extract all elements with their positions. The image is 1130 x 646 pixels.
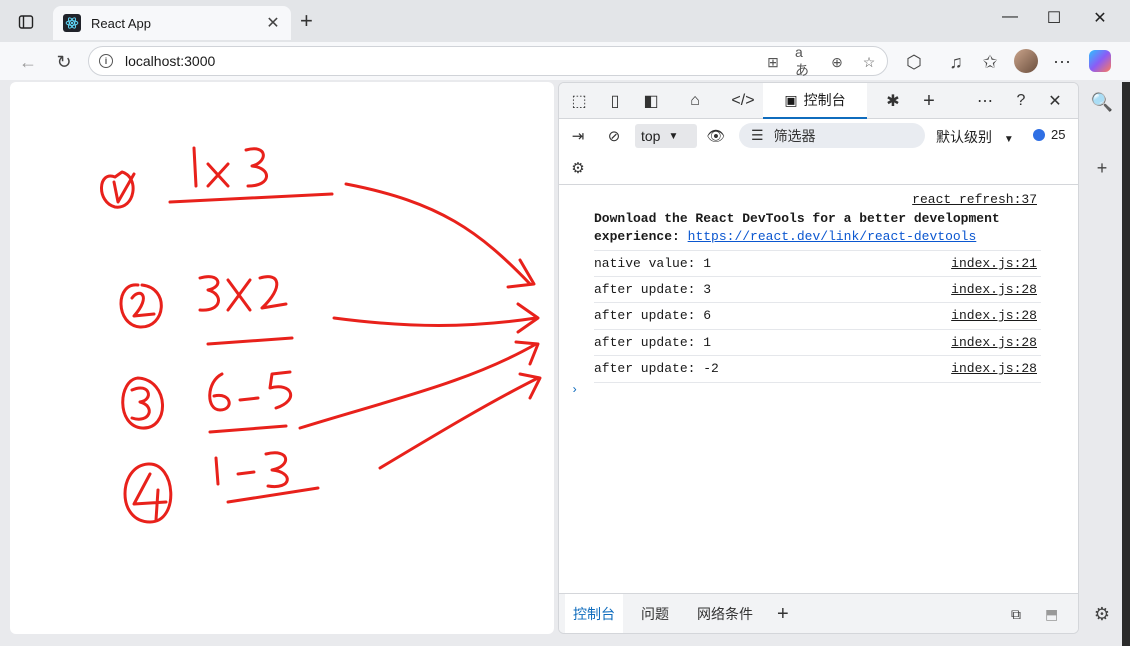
drawer-dock-icon[interactable]: ⧉: [1003, 594, 1029, 633]
tab-console-label: 控制台: [803, 92, 846, 108]
console-prompt-icon[interactable]: ›: [571, 383, 1078, 397]
react-logo-icon: [63, 14, 81, 32]
log-source-link[interactable]: index.js:28: [951, 335, 1037, 350]
log-row: after update: 6 index.js:28: [594, 303, 1041, 330]
browser-tab[interactable]: React App ✕: [53, 6, 291, 40]
elements-tab-icon[interactable]: </>: [731, 89, 755, 113]
filter-input[interactable]: ☰ 筛选器: [739, 123, 925, 148]
log-message: after update: 1: [594, 334, 712, 350]
filter-icon: ☰: [751, 127, 764, 143]
devtools-close-icon[interactable]: ✕: [1043, 89, 1067, 113]
drawer-add-tab-icon[interactable]: +: [769, 594, 797, 633]
clear-console-icon[interactable]: ⊘: [603, 125, 625, 147]
live-expression-eye-icon[interactable]: 👁: [705, 125, 727, 147]
sources-bug-icon[interactable]: ✱: [881, 89, 905, 113]
react-devtools-notice: react_refresh:37 Download the React DevT…: [594, 185, 1041, 250]
log-source-link[interactable]: react_refresh:37: [594, 192, 1037, 207]
maximize-icon[interactable]: ☐: [1034, 8, 1074, 28]
devtools-panel: ⬚ ▯ ◧ ⌂ </> ▣ 控制台 ✱ + ⋯ ? ✕ ⇥ ⊘ top ▼ 👁 …: [558, 82, 1079, 634]
tab-console[interactable]: ▣ 控制台: [763, 83, 867, 119]
sidebar-toggle-icon[interactable]: ⇥: [567, 125, 589, 147]
console-toolbar: ⇥ ⊘ top ▼ 👁 ☰ 筛选器 默认级别 ▼ 25: [559, 119, 1078, 151]
split-screen-icon[interactable]: ⊞: [763, 52, 783, 72]
log-message: native value: 1: [594, 255, 712, 271]
more-menu-icon[interactable]: ⋯: [1050, 50, 1074, 74]
sidebar-search-icon[interactable]: 🔍: [1090, 90, 1114, 114]
log-source-link[interactable]: index.js:28: [951, 282, 1037, 297]
chevron-down-icon: ▼: [1003, 134, 1014, 145]
log-row: after update: 3 index.js:28: [594, 277, 1041, 303]
chevron-down-icon: ▼: [668, 130, 679, 142]
log-source-link[interactable]: index.js:28: [951, 308, 1037, 323]
background-window-edge: [1122, 82, 1130, 646]
tab-strip: React App ✕ + — ☐ ✕: [0, 0, 1130, 42]
device-emulation-icon[interactable]: ▯: [603, 89, 627, 113]
dock-side-icon[interactable]: ◧: [639, 89, 663, 113]
drawer-tab-issues[interactable]: 问题: [633, 594, 677, 633]
issues-count: 25: [1051, 127, 1066, 142]
log-row: native value: 1 index.js:21: [594, 250, 1041, 277]
console-settings-row: ⚙: [559, 151, 1078, 185]
more-tools-add-icon[interactable]: +: [917, 89, 941, 113]
console-log-list: react_refresh:37 Download the React DevT…: [559, 185, 1078, 397]
handwritten-annotations: [100, 146, 542, 524]
log-message: after update: -2: [594, 361, 719, 377]
read-aloud-icon[interactable]: aあ: [795, 44, 815, 78]
extensions-icon[interactable]: ⬡: [902, 50, 926, 74]
drawer-tab-console[interactable]: 控制台: [565, 594, 623, 633]
drawer-expand-icon[interactable]: ⬒: [1037, 594, 1066, 633]
devtools-more-icon[interactable]: ⋯: [973, 89, 997, 113]
page-viewport: [10, 82, 554, 634]
favorites-icon[interactable]: ✩: [978, 50, 1002, 74]
new-tab-icon[interactable]: +: [300, 10, 313, 32]
address-url: localhost:3000: [125, 53, 216, 69]
log-message: after update: 6: [594, 308, 712, 324]
profile-avatar[interactable]: [1014, 49, 1038, 73]
address-bar[interactable]: i localhost:3000 ⊞ aあ ⊕ ☆: [88, 44, 888, 78]
browser-window: React App ✕ + — ☐ ✕ ← ↻ i localhost:3000…: [0, 0, 1130, 646]
zoom-icon[interactable]: ⊕: [827, 52, 847, 72]
console-settings-gear-icon[interactable]: ⚙: [567, 157, 589, 179]
site-info-icon[interactable]: i: [99, 54, 113, 68]
console-icon: ▣: [784, 91, 798, 108]
devtools-tabbar: ⬚ ▯ ◧ ⌂ </> ▣ 控制台 ✱ + ⋯ ? ✕: [559, 83, 1078, 119]
help-icon[interactable]: ?: [1009, 89, 1033, 113]
back-icon[interactable]: ←: [16, 50, 40, 74]
welcome-home-icon[interactable]: ⌂: [683, 89, 707, 113]
devtools-drawer: 控制台 问题 网络条件 + ⧉ ⬒: [559, 593, 1078, 633]
filter-placeholder: 筛选器: [773, 127, 816, 144]
drawer-tab-network-conditions[interactable]: 网络条件: [689, 594, 761, 633]
context-selector[interactable]: top ▼: [635, 124, 697, 148]
tab-close-icon[interactable]: ✕: [265, 13, 281, 33]
issues-icon: [1033, 128, 1045, 141]
log-levels-dropdown[interactable]: 默认级别 ▼: [936, 127, 1014, 147]
favorite-star-icon[interactable]: ☆: [859, 52, 879, 72]
inspect-element-icon[interactable]: ⬚: [567, 89, 591, 113]
media-icon[interactable]: ♫: [944, 50, 968, 74]
log-row: after update: -2 index.js:28: [594, 356, 1041, 383]
tab-actions-icon[interactable]: [10, 8, 42, 36]
close-icon[interactable]: ✕: [1080, 8, 1120, 28]
browser-toolbar: ← ↻ i localhost:3000 ⊞ aあ ⊕ ☆ ⬡ ♫ ✩ ⋯: [0, 42, 1130, 80]
refresh-icon[interactable]: ↻: [52, 50, 76, 74]
log-source-link[interactable]: index.js:21: [951, 256, 1037, 271]
issues-counter[interactable]: 25: [1033, 127, 1065, 142]
browser-sidebar: 🔍 + ⚙: [1082, 82, 1122, 646]
log-message: after update: 3: [594, 281, 712, 297]
sidebar-add-icon[interactable]: +: [1090, 156, 1114, 180]
log-levels-label: 默认级别: [936, 129, 992, 145]
log-source-link[interactable]: index.js:28: [951, 361, 1037, 376]
tab-title: React App: [91, 15, 151, 31]
sidebar-settings-icon[interactable]: ⚙: [1090, 602, 1114, 626]
minimize-icon[interactable]: —: [990, 8, 1030, 26]
copilot-icon[interactable]: [1089, 50, 1111, 72]
context-label: top: [641, 128, 661, 144]
react-devtools-link[interactable]: https://react.dev/link/react-devtools: [688, 229, 977, 244]
log-row: after update: 1 index.js:28: [594, 330, 1041, 356]
